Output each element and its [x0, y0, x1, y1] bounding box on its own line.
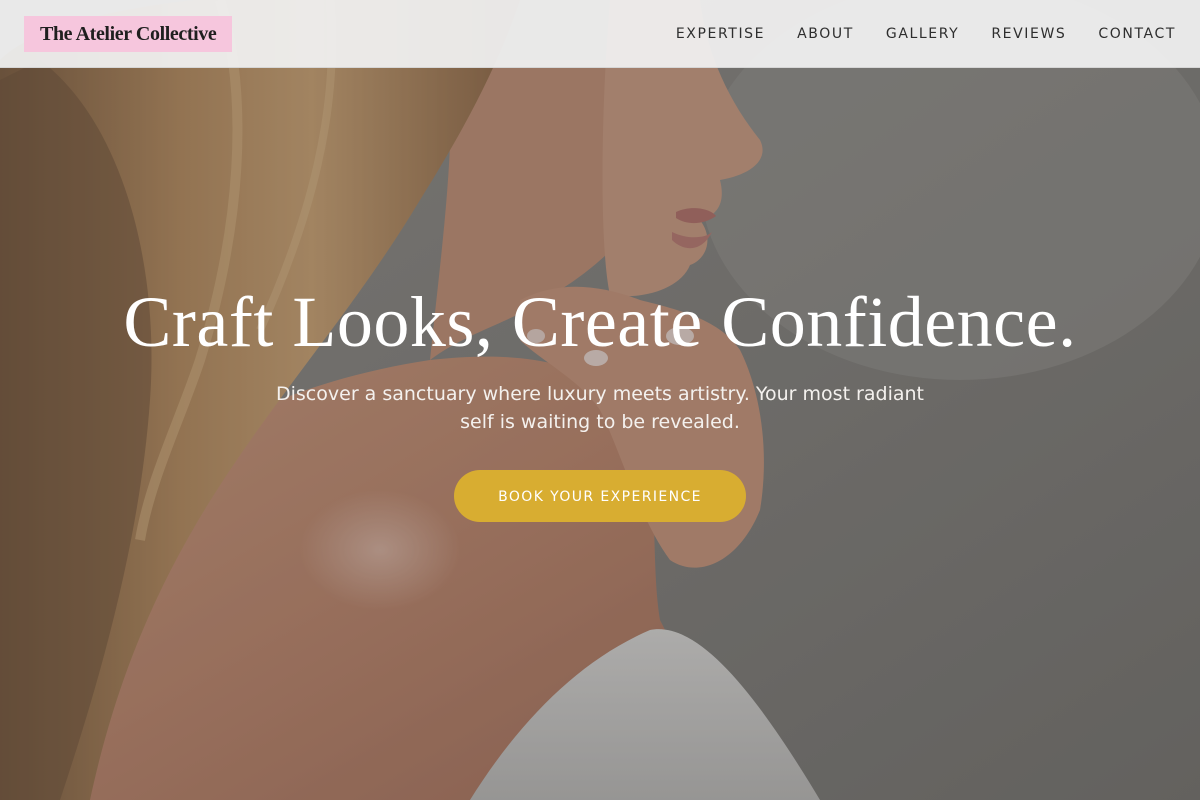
nav-link-expertise[interactable]: EXPERTISE: [676, 26, 765, 42]
nav-link-contact[interactable]: CONTACT: [1098, 26, 1176, 42]
hero-subtitle: Discover a sanctuary where luxury meets …: [276, 383, 924, 433]
nav-link-gallery[interactable]: GALLERY: [886, 26, 959, 42]
landing-page: The Atelier Collective EXPERTISE ABOUT G…: [0, 0, 1200, 800]
nav-link-reviews[interactable]: REVIEWS: [991, 26, 1066, 42]
site-logo[interactable]: The Atelier Collective: [24, 16, 233, 52]
nav-link-about[interactable]: ABOUT: [797, 26, 854, 42]
hero-title: Craft Looks, Create Confidence.: [123, 282, 1077, 362]
book-experience-button[interactable]: BOOK YOUR EXPERIENCE: [454, 470, 746, 522]
main-navigation: EXPERTISE ABOUT GALLERY REVIEWS CONTACT: [644, 0, 1176, 68]
hero-section: Craft Looks, Create Confidence. Discover…: [0, 280, 1200, 522]
site-header: The Atelier Collective EXPERTISE ABOUT G…: [0, 0, 1200, 68]
